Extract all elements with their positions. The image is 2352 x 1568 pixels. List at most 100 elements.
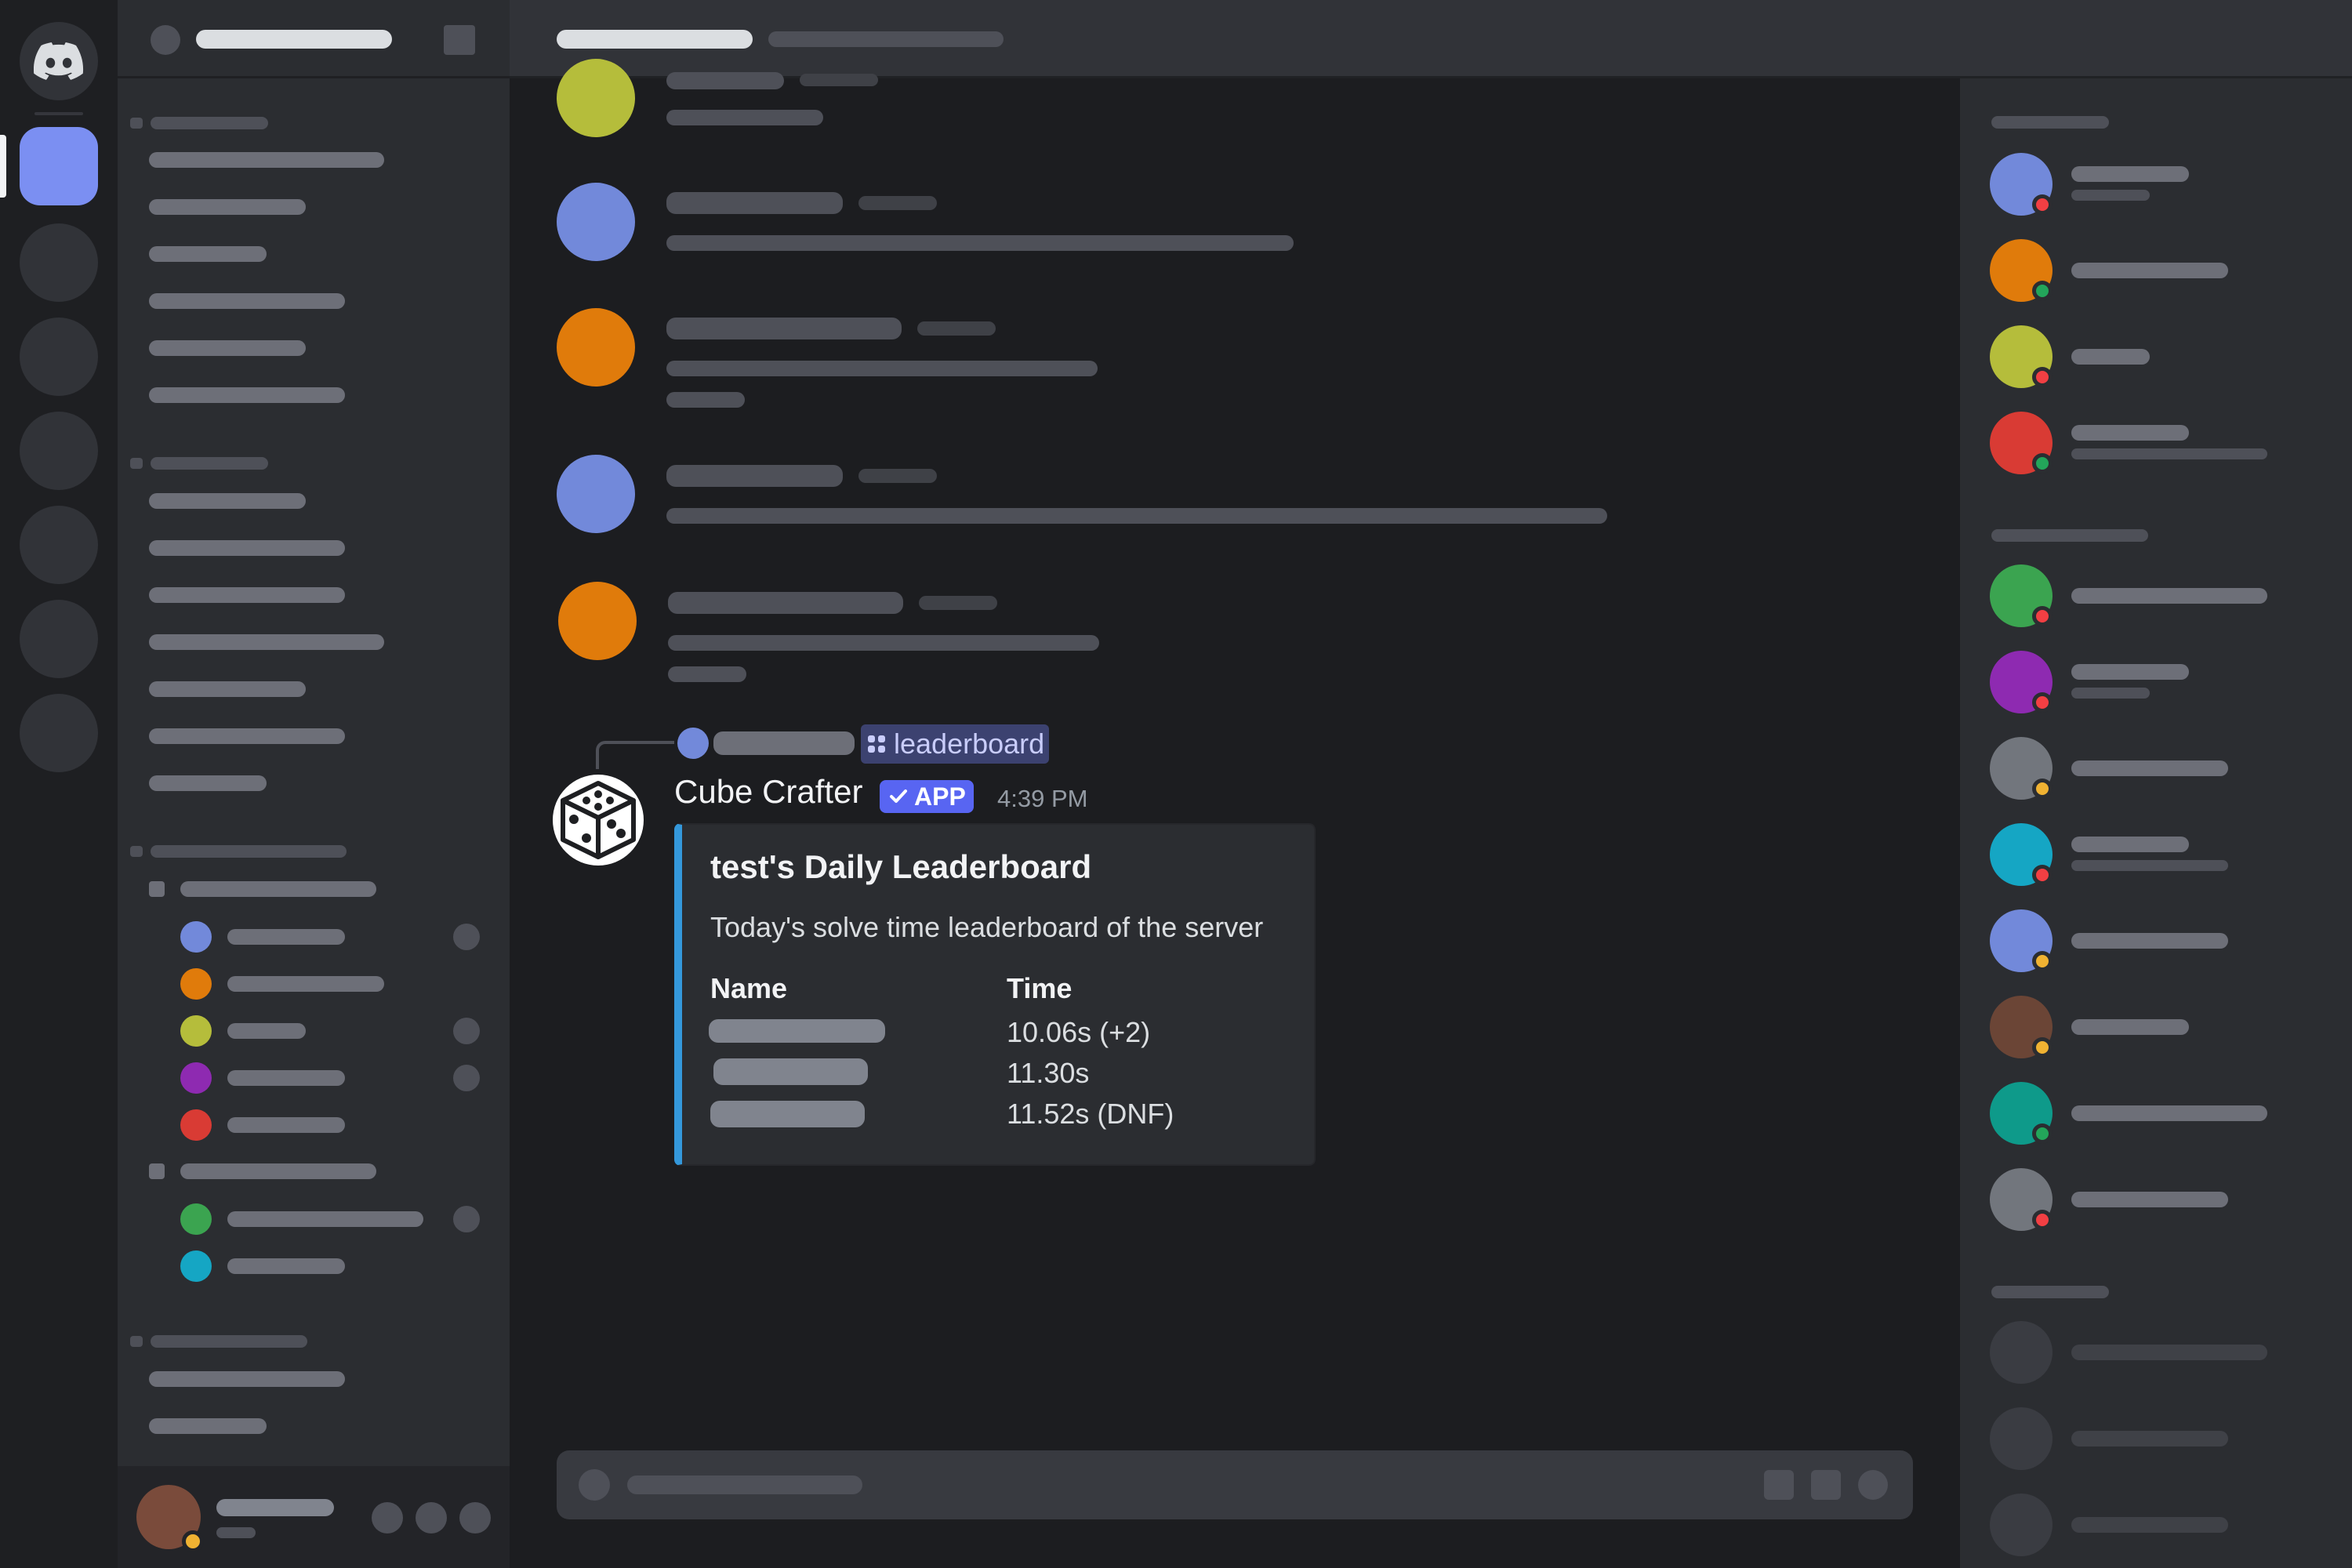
- status-dnd-icon: [2032, 367, 2053, 387]
- server-menu-icon[interactable]: [444, 25, 475, 55]
- channel-item-redacted[interactable]: [149, 246, 267, 262]
- channel-item-redacted[interactable]: [149, 681, 306, 697]
- channel-item-redacted[interactable]: [149, 587, 345, 603]
- message-author-redacted: [666, 72, 784, 89]
- app-badge-label: APP: [914, 782, 966, 811]
- category-chevron-icon: [130, 846, 143, 857]
- reply-connector: [596, 741, 674, 769]
- member-name-redacted[interactable]: [2071, 837, 2189, 852]
- bot-avatar[interactable]: [553, 775, 644, 866]
- channel-item-redacted[interactable]: [149, 775, 267, 791]
- channel-item-redacted[interactable]: [149, 152, 384, 168]
- member-name-redacted[interactable]: [2071, 1105, 2267, 1121]
- voice-channel-redacted[interactable]: [180, 881, 376, 897]
- app-badge: APP: [880, 780, 974, 813]
- member-name-redacted[interactable]: [2071, 1517, 2228, 1533]
- member-name-redacted[interactable]: [2071, 1431, 2228, 1446]
- gift-icon[interactable]: [1764, 1470, 1794, 1500]
- server-icon[interactable]: [20, 223, 98, 302]
- discord-logo-icon: [34, 42, 84, 80]
- channel-mention[interactable]: leaderboard: [861, 724, 1050, 764]
- member-activity-redacted: [2071, 448, 2267, 459]
- member-activity-redacted: [2071, 860, 2228, 871]
- voice-state-icon: [453, 1206, 480, 1232]
- home-button[interactable]: [20, 22, 98, 100]
- member-name-redacted[interactable]: [2071, 425, 2189, 441]
- message-timestamp[interactable]: 4:39 PM: [997, 785, 1087, 813]
- channel-item-redacted[interactable]: [149, 728, 345, 744]
- member-name-redacted[interactable]: [2071, 933, 2228, 949]
- channel-item-redacted[interactable]: [149, 540, 345, 556]
- member-name-redacted[interactable]: [2071, 263, 2228, 278]
- voice-channel-redacted[interactable]: [180, 1163, 376, 1179]
- voice-user-avatar[interactable]: [180, 1109, 212, 1141]
- server-icon-active[interactable]: [20, 127, 98, 205]
- member-group-label-redacted: [1991, 529, 2148, 542]
- mute-icon[interactable]: [372, 1502, 403, 1534]
- category-label-redacted[interactable]: [151, 845, 347, 858]
- message-text-redacted: [666, 361, 1098, 376]
- voice-user-avatar[interactable]: [180, 1015, 212, 1047]
- server-icon[interactable]: [20, 600, 98, 678]
- server-icon[interactable]: [20, 694, 98, 772]
- status-idle-icon: [2032, 1037, 2053, 1058]
- member-name-redacted[interactable]: [2071, 1192, 2228, 1207]
- message-author-redacted: [666, 192, 843, 214]
- message-avatar[interactable]: [557, 455, 635, 533]
- category-label-redacted[interactable]: [151, 457, 268, 470]
- member-name-redacted[interactable]: [2071, 349, 2150, 365]
- member-name-redacted[interactable]: [2071, 664, 2189, 680]
- emoji-icon[interactable]: [1858, 1470, 1888, 1500]
- member-name-redacted[interactable]: [2071, 1019, 2189, 1035]
- message-author[interactable]: Cube Crafter: [674, 773, 862, 811]
- voice-user-avatar[interactable]: [180, 1062, 212, 1094]
- channel-item-redacted[interactable]: [149, 634, 384, 650]
- member-name-redacted[interactable]: [2071, 760, 2228, 776]
- offline-member-avatar[interactable]: [1990, 1321, 2053, 1384]
- channel-item-redacted[interactable]: [149, 1371, 345, 1387]
- deafen-icon[interactable]: [416, 1502, 447, 1534]
- active-server-pill: [0, 135, 6, 198]
- channel-item-redacted[interactable]: [149, 199, 306, 215]
- message-avatar[interactable]: [557, 308, 635, 387]
- category-label-redacted[interactable]: [151, 1335, 307, 1348]
- reply-user-avatar[interactable]: [677, 728, 709, 759]
- message-time-redacted: [858, 196, 937, 210]
- message-avatar[interactable]: [558, 582, 637, 660]
- channel-item-redacted[interactable]: [149, 493, 306, 509]
- status-dnd-icon: [2032, 194, 2053, 215]
- channel-item-redacted[interactable]: [149, 387, 345, 403]
- voice-user-avatar[interactable]: [180, 921, 212, 953]
- voice-state-icon: [453, 924, 480, 950]
- message-author-redacted: [666, 465, 843, 487]
- category-chevron-icon: [130, 458, 143, 469]
- member-name-redacted[interactable]: [2071, 588, 2267, 604]
- member-name-redacted[interactable]: [2071, 166, 2189, 182]
- check-icon: [890, 789, 907, 803]
- channel-item-redacted[interactable]: [149, 340, 306, 356]
- settings-gear-icon[interactable]: [459, 1502, 491, 1534]
- leaderboard-name-redacted: [709, 1019, 885, 1043]
- attach-plus-icon[interactable]: [579, 1469, 610, 1501]
- member-name-redacted[interactable]: [2071, 1345, 2267, 1360]
- message-composer[interactable]: [557, 1450, 1913, 1519]
- gif-icon[interactable]: [1811, 1470, 1841, 1500]
- server-header[interactable]: [118, 0, 510, 78]
- server-icon[interactable]: [20, 506, 98, 584]
- channel-sidebar: [118, 0, 510, 1568]
- voice-user-avatar[interactable]: [180, 968, 212, 1000]
- reply-user-name-redacted[interactable]: [713, 731, 855, 755]
- server-icon[interactable]: [20, 318, 98, 396]
- voice-user-avatar[interactable]: [180, 1203, 212, 1235]
- channel-item-redacted[interactable]: [149, 293, 345, 309]
- message-avatar[interactable]: [557, 183, 635, 261]
- server-icon[interactable]: [20, 412, 98, 490]
- offline-member-avatar[interactable]: [1990, 1494, 2053, 1556]
- message-avatar[interactable]: [557, 59, 635, 137]
- offline-member-avatar[interactable]: [1990, 1407, 2053, 1470]
- message-text-redacted: [666, 235, 1294, 251]
- user-panel: [118, 1466, 510, 1568]
- voice-user-avatar[interactable]: [180, 1250, 212, 1282]
- channel-item-redacted[interactable]: [149, 1418, 267, 1434]
- category-label-redacted[interactable]: [151, 117, 268, 129]
